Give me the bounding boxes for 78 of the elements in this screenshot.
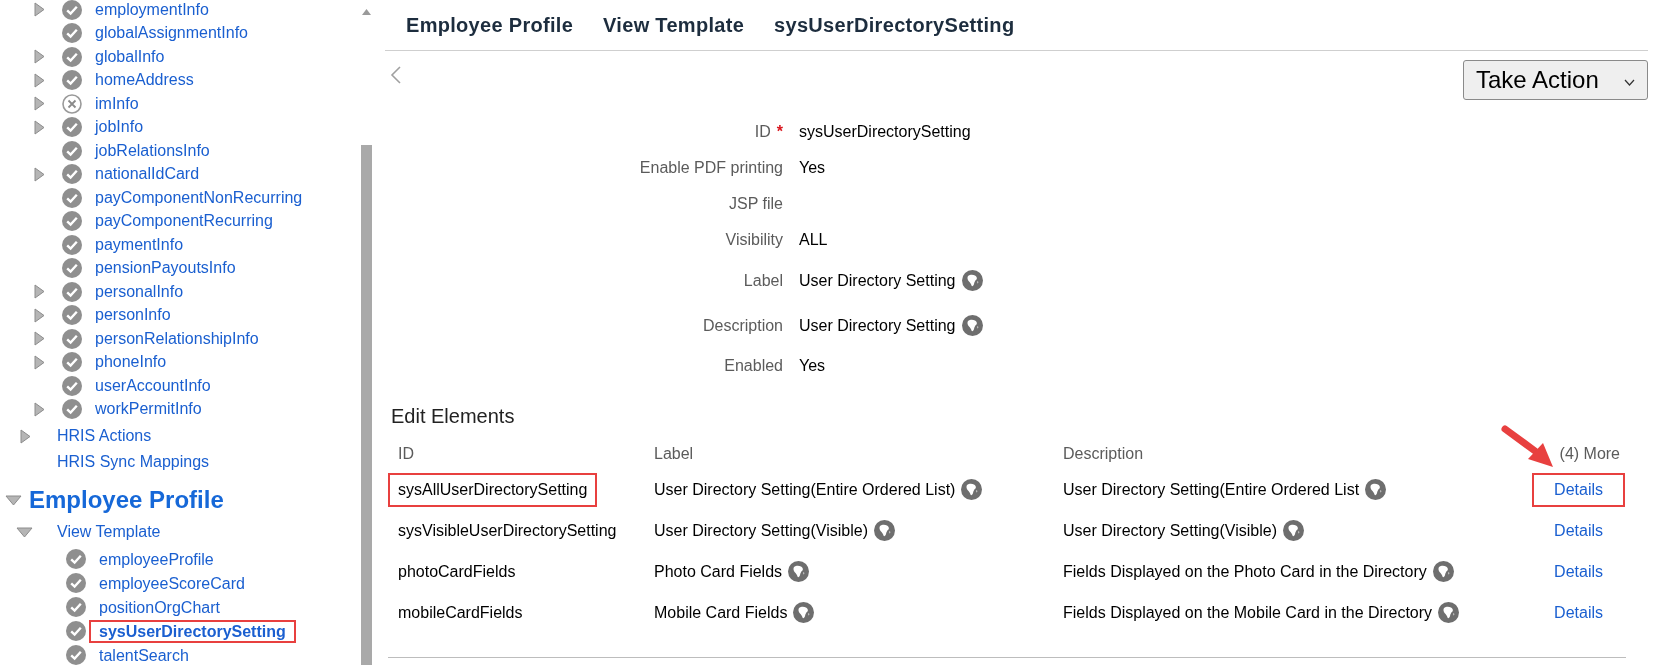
globe-icon [1283, 520, 1304, 541]
table-cell-text: mobileCardFields [397, 602, 524, 623]
scroll-up-arrow-icon [362, 9, 371, 15]
tree-item[interactable]: imInfo [95, 91, 139, 116]
globe-icon [961, 479, 983, 500]
tree-item[interactable]: payComponentNonRecurring [95, 185, 303, 210]
table-cell-text: User Directory Setting(Visible) [1063, 520, 1277, 541]
back-chevron-icon [390, 66, 402, 84]
table-cell-text: User Directory Setting(Entire Ordered List [1063, 479, 1360, 500]
field-value: sysUserDirectorySetting [799, 122, 971, 142]
tree-item[interactable]: personRelationshipInfo [95, 326, 259, 351]
table-cell-text: Fields Displayed on the Photo Card in the Directory [1063, 561, 1427, 582]
globe-icon [874, 520, 895, 541]
table-cell-text: User Directory Setting(Visible) [654, 520, 868, 541]
table-cell: sysAllUserDirectorySetting [388, 472, 598, 507]
field-value: User Directory Setting [799, 315, 956, 336]
table-cell-text: sysVisibleUserDirectorySetting [397, 520, 618, 541]
details-link[interactable]: Details [1532, 554, 1625, 589]
column-header: ID [397, 444, 415, 464]
tree-item[interactable]: sysUserDirectorySetting [89, 619, 296, 643]
section-heading: Edit Elements [390, 404, 516, 428]
field-value: User Directory Setting [799, 270, 956, 291]
details-link[interactable]: Details [1532, 595, 1625, 630]
tree-item[interactable]: personalInfo [95, 279, 184, 304]
field-label: Visibility [725, 230, 783, 250]
tree-item[interactable]: jobInfo [95, 115, 144, 140]
field-label: Enabled [724, 356, 783, 376]
column-header: (4) More [1558, 444, 1621, 464]
tree-item[interactable]: HRIS Actions [57, 424, 152, 448]
field-value: Yes [799, 356, 826, 376]
take-action-button[interactable]: Take Action [1463, 60, 1648, 100]
required-marker: * [776, 122, 783, 142]
tree-item[interactable]: employeeProfile [89, 547, 224, 571]
field-value: Yes [799, 158, 826, 178]
tree-item[interactable]: workPermitInfo [95, 397, 202, 422]
globe-icon [793, 602, 815, 623]
globe-icon [788, 561, 810, 582]
tree-item[interactable]: personInfo [95, 303, 171, 328]
tree-item[interactable]: positionOrgChart [89, 595, 230, 619]
table-cell-text: User Directory Setting(Entire Ordered List) [654, 479, 956, 500]
field-value: ALL [799, 230, 828, 250]
tree-item[interactable]: jobRelationsInfo [95, 138, 210, 163]
tree-item[interactable]: talentSearch [89, 643, 199, 665]
table-cell-text: Fields Displayed on the Mobile Card in the Directory [1063, 602, 1433, 623]
tree-item[interactable]: HRIS Sync Mappings [57, 450, 210, 474]
field-label: ID [754, 122, 771, 142]
details-link[interactable]: Details [1532, 513, 1625, 548]
tree-item[interactable]: paymentInfo [95, 232, 184, 257]
field-label: Enable PDF printing [639, 158, 783, 178]
field-label: Label [743, 270, 783, 291]
breadcrumb-item[interactable]: sysUserDirectorySetting [774, 10, 1015, 40]
tree-item[interactable]: employmentInfo [95, 0, 209, 22]
tree-item[interactable]: payComponentRecurring [95, 209, 273, 234]
tree-item[interactable]: employeeScoreCard [89, 571, 255, 595]
tree-item[interactable]: homeAddress [95, 68, 194, 93]
tree-item[interactable]: globalAssignmentInfo [95, 21, 248, 46]
globe-icon [1438, 602, 1460, 623]
globe-icon [1365, 479, 1387, 500]
scrollbar-thumb[interactable] [361, 145, 372, 665]
tree-item[interactable]: View Template [57, 520, 161, 544]
table-cell-text: Mobile Card Fields [654, 602, 788, 623]
module-heading[interactable]: Employee Profile [29, 482, 224, 518]
caret-icon [1624, 78, 1635, 86]
breadcrumb-item[interactable]: View Template [603, 10, 745, 40]
tree-item[interactable]: phoneInfo [95, 350, 167, 375]
globe-icon [1432, 561, 1454, 582]
table-cell-text: photoCardFields [397, 561, 517, 582]
tree-item[interactable]: userAccountInfo [95, 373, 211, 398]
field-label: JSP file [729, 194, 783, 214]
tree-item[interactable]: globalInfo [95, 44, 165, 69]
breadcrumb-item[interactable]: Employee Profile [406, 10, 574, 40]
tree-item[interactable]: nationalIdCard [95, 162, 200, 187]
details-link[interactable]: Details [1532, 472, 1625, 507]
table-cell-text: Photo Card Fields [654, 561, 783, 582]
field-label: Description [702, 315, 783, 336]
column-header: Description [1063, 444, 1145, 464]
column-header: Label [654, 444, 695, 464]
tree-item[interactable]: pensionPayoutsInfo [95, 256, 236, 281]
